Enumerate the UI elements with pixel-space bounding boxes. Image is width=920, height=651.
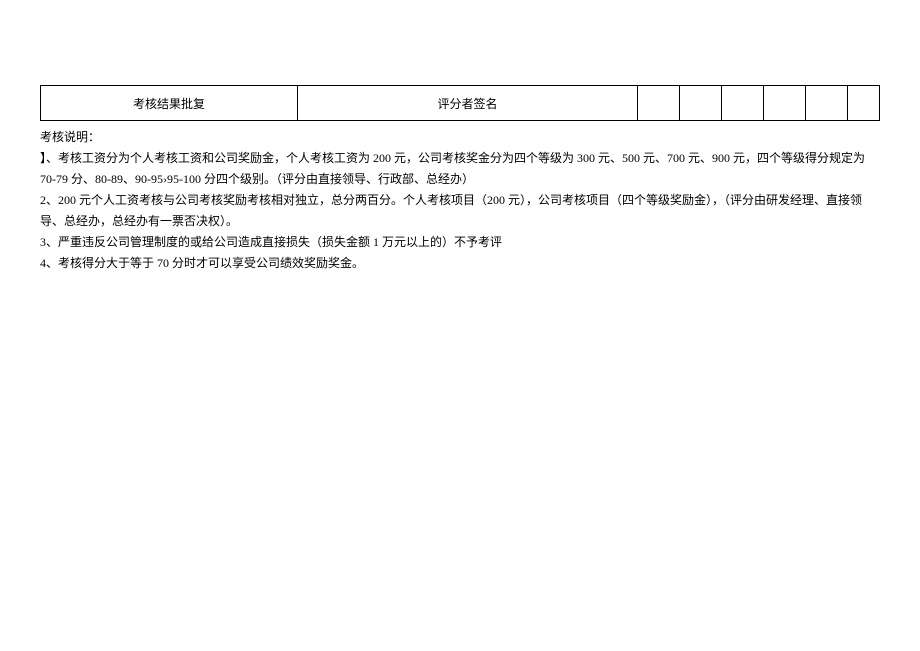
table-row: 考核结果批复 评分者签名 — [40, 85, 880, 121]
notes-line-2: 2、200 元个人工资考核与公司考核奖励考核相对独立，总分两百分。个人考核项目（… — [40, 190, 880, 232]
cell-empty-5 — [806, 86, 848, 120]
notes-line-3: 3、严重违反公司管理制度的或给公司造成直接损失（损失金额 1 万元以上的）不予考… — [40, 232, 880, 253]
notes-line-4: 4、考核得分大于等于 70 分时才可以享受公司绩效奖励奖金。 — [40, 253, 880, 274]
cell-empty-2 — [680, 86, 722, 120]
notes-title: 考核说明： — [40, 127, 880, 148]
cell-empty-1 — [638, 86, 680, 120]
notes-line-1: 】、考核工资分为个人考核工资和公司奖励金，个人考核工资为 200 元，公司考核奖… — [40, 148, 880, 190]
notes-section: 考核说明： 】、考核工资分为个人考核工资和公司奖励金，个人考核工资为 200 元… — [40, 127, 880, 274]
cell-approval-label: 考核结果批复 — [133, 95, 205, 112]
cell-signature-label: 评分者签名 — [437, 95, 497, 112]
cell-empty-3 — [722, 86, 764, 120]
cell-signature: 评分者签名 — [298, 86, 638, 120]
cell-empty-4 — [764, 86, 806, 120]
cell-empty-6 — [848, 86, 887, 120]
cell-approval: 考核结果批复 — [41, 86, 298, 120]
